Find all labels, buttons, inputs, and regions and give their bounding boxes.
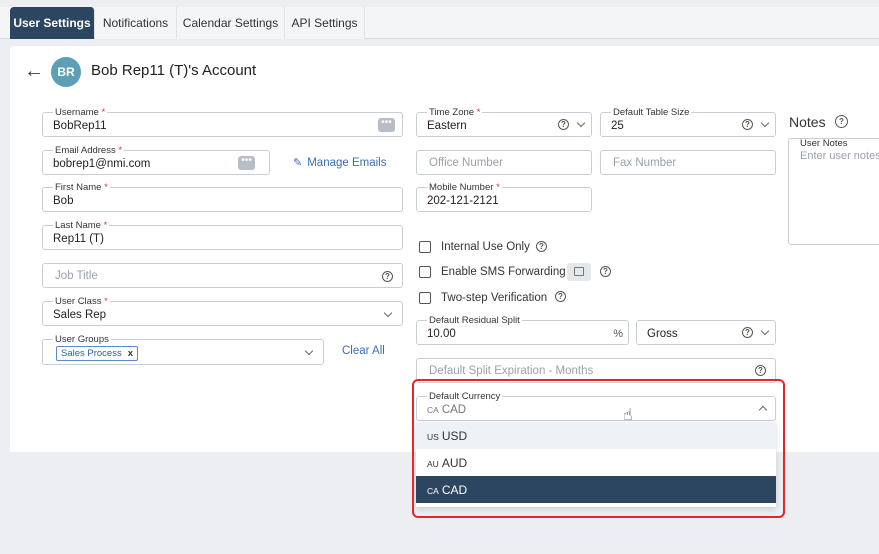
hand-cursor-icon: ☝ [623, 407, 633, 424]
enable-sms-forwarding-checkbox[interactable] [419, 266, 431, 278]
tab-user-settings[interactable]: User Settings [10, 7, 95, 39]
enable-sms-forwarding-label: Enable SMS Forwarding [441, 266, 566, 278]
default-table-size-select[interactable]: Default Table Size 25 ? [600, 107, 776, 137]
chevron-down-icon [760, 118, 770, 128]
chevron-down-icon [304, 346, 314, 356]
default-residual-split-value: 10.00 [427, 328, 456, 340]
default-table-size-label: Default Table Size [611, 107, 692, 118]
tab-api-settings[interactable]: API Settings [285, 7, 365, 39]
username-label: Username * [53, 107, 108, 118]
last-name-label: Last Name * [53, 220, 110, 231]
mobile-number-value: 202-121-2121 [427, 195, 499, 207]
remove-icon[interactable]: x [128, 348, 133, 359]
time-zone-label: Time Zone * [427, 107, 483, 118]
calendar-icon[interactable] [567, 263, 591, 281]
manage-emails-label: Manage Emails [307, 157, 387, 169]
user-class-value: Sales Rep [53, 309, 107, 321]
job-title-field[interactable]: Job Title ? [42, 263, 403, 288]
first-name-value: Bob [53, 195, 74, 207]
help-icon[interactable]: ? [835, 115, 848, 128]
page-title: Bob Rep11 (T)'s Account [91, 62, 257, 79]
user-class-select[interactable]: User Class * Sales Rep [42, 296, 403, 326]
user-notes-placeholder: Enter user notes [800, 150, 879, 162]
split-expiration-placeholder: Default Split Expiration - Months [429, 365, 594, 377]
two-step-verification-checkbox[interactable] [419, 292, 431, 304]
avatar: BR [51, 57, 81, 87]
username-field[interactable]: Username * BobRep11 ••• [42, 107, 403, 137]
percent-unit: % [613, 328, 623, 340]
more-icon[interactable]: ••• [238, 156, 255, 170]
chevron-down-icon [576, 118, 586, 128]
internal-use-only-label: Internal Use Only [441, 241, 530, 253]
edit-icon: ✎ [293, 157, 303, 169]
office-number-field[interactable]: Office Number [416, 150, 592, 175]
time-zone-value: Eastern [427, 120, 467, 132]
tab-label: Notifications [102, 16, 169, 30]
first-name-field[interactable]: First Name * Bob [42, 182, 403, 212]
tab-bar: User Settings Notifications Calendar Set… [0, 7, 879, 39]
first-name-label: First Name * [53, 182, 110, 193]
default-residual-split-field[interactable]: Default Residual Split 10.00 % [416, 315, 629, 345]
tab-calendar-settings[interactable]: Calendar Settings [177, 7, 285, 39]
help-icon[interactable]: ? [742, 119, 753, 130]
internal-use-only-checkbox[interactable] [419, 241, 431, 253]
email-value: bobrep1@nmi.com [53, 158, 151, 170]
last-name-value: Rep11 (T) [53, 233, 104, 245]
help-icon[interactable]: ? [558, 119, 569, 130]
manage-emails-link[interactable]: ✎ Manage Emails [293, 156, 386, 169]
more-icon[interactable]: ••• [378, 118, 395, 132]
help-icon[interactable]: ? [755, 365, 766, 376]
username-value: BobRep11 [53, 120, 107, 132]
back-arrow-icon[interactable]: ← [24, 60, 44, 83]
tab-notifications[interactable]: Notifications [95, 7, 177, 39]
user-group-chip: Sales Process x [56, 346, 139, 361]
clear-all-link[interactable]: Clear All [342, 345, 385, 357]
two-step-verification-label: Two-step Verification [441, 292, 548, 304]
mobile-number-label: Mobile Number * [427, 182, 502, 193]
help-icon[interactable]: ? [382, 271, 393, 282]
gross-select[interactable]: Gross ? [636, 320, 776, 345]
user-notes-textarea[interactable]: User Notes Enter user notes [788, 138, 879, 245]
email-label: Email Address * [53, 145, 125, 156]
last-name-field[interactable]: Last Name * Rep11 (T) [42, 220, 403, 250]
chevron-down-icon [760, 326, 770, 336]
user-class-label: User Class * [53, 296, 110, 307]
office-number-placeholder: Office Number [429, 157, 503, 169]
job-title-placeholder: Job Title [55, 270, 98, 282]
user-notes-label: User Notes [800, 138, 848, 149]
user-groups-select[interactable]: User Groups Sales Process x [42, 334, 324, 365]
chevron-down-icon [383, 308, 393, 318]
tab-label: API Settings [291, 16, 358, 30]
help-icon[interactable]: ? [555, 291, 566, 302]
user-groups-label: User Groups [53, 334, 111, 345]
gross-value: Gross [647, 328, 678, 340]
default-table-size-value: 25 [611, 120, 624, 132]
time-zone-select[interactable]: Time Zone * Eastern ? [416, 107, 592, 137]
help-icon[interactable]: ? [600, 266, 611, 277]
tab-label: User Settings [13, 16, 91, 30]
fax-number-placeholder: Fax Number [613, 157, 677, 169]
email-field[interactable]: Email Address * bobrep1@nmi.com ••• [42, 145, 270, 175]
tab-label: Calendar Settings [182, 16, 279, 30]
fax-number-field[interactable]: Fax Number [600, 150, 776, 175]
default-residual-split-label: Default Residual Split [427, 315, 522, 326]
help-icon[interactable]: ? [742, 327, 753, 338]
mobile-number-field[interactable]: Mobile Number * 202-121-2121 [416, 182, 592, 212]
help-icon[interactable]: ? [536, 241, 547, 252]
highlight-annotation [412, 379, 785, 518]
notes-heading: Notes [789, 114, 826, 130]
